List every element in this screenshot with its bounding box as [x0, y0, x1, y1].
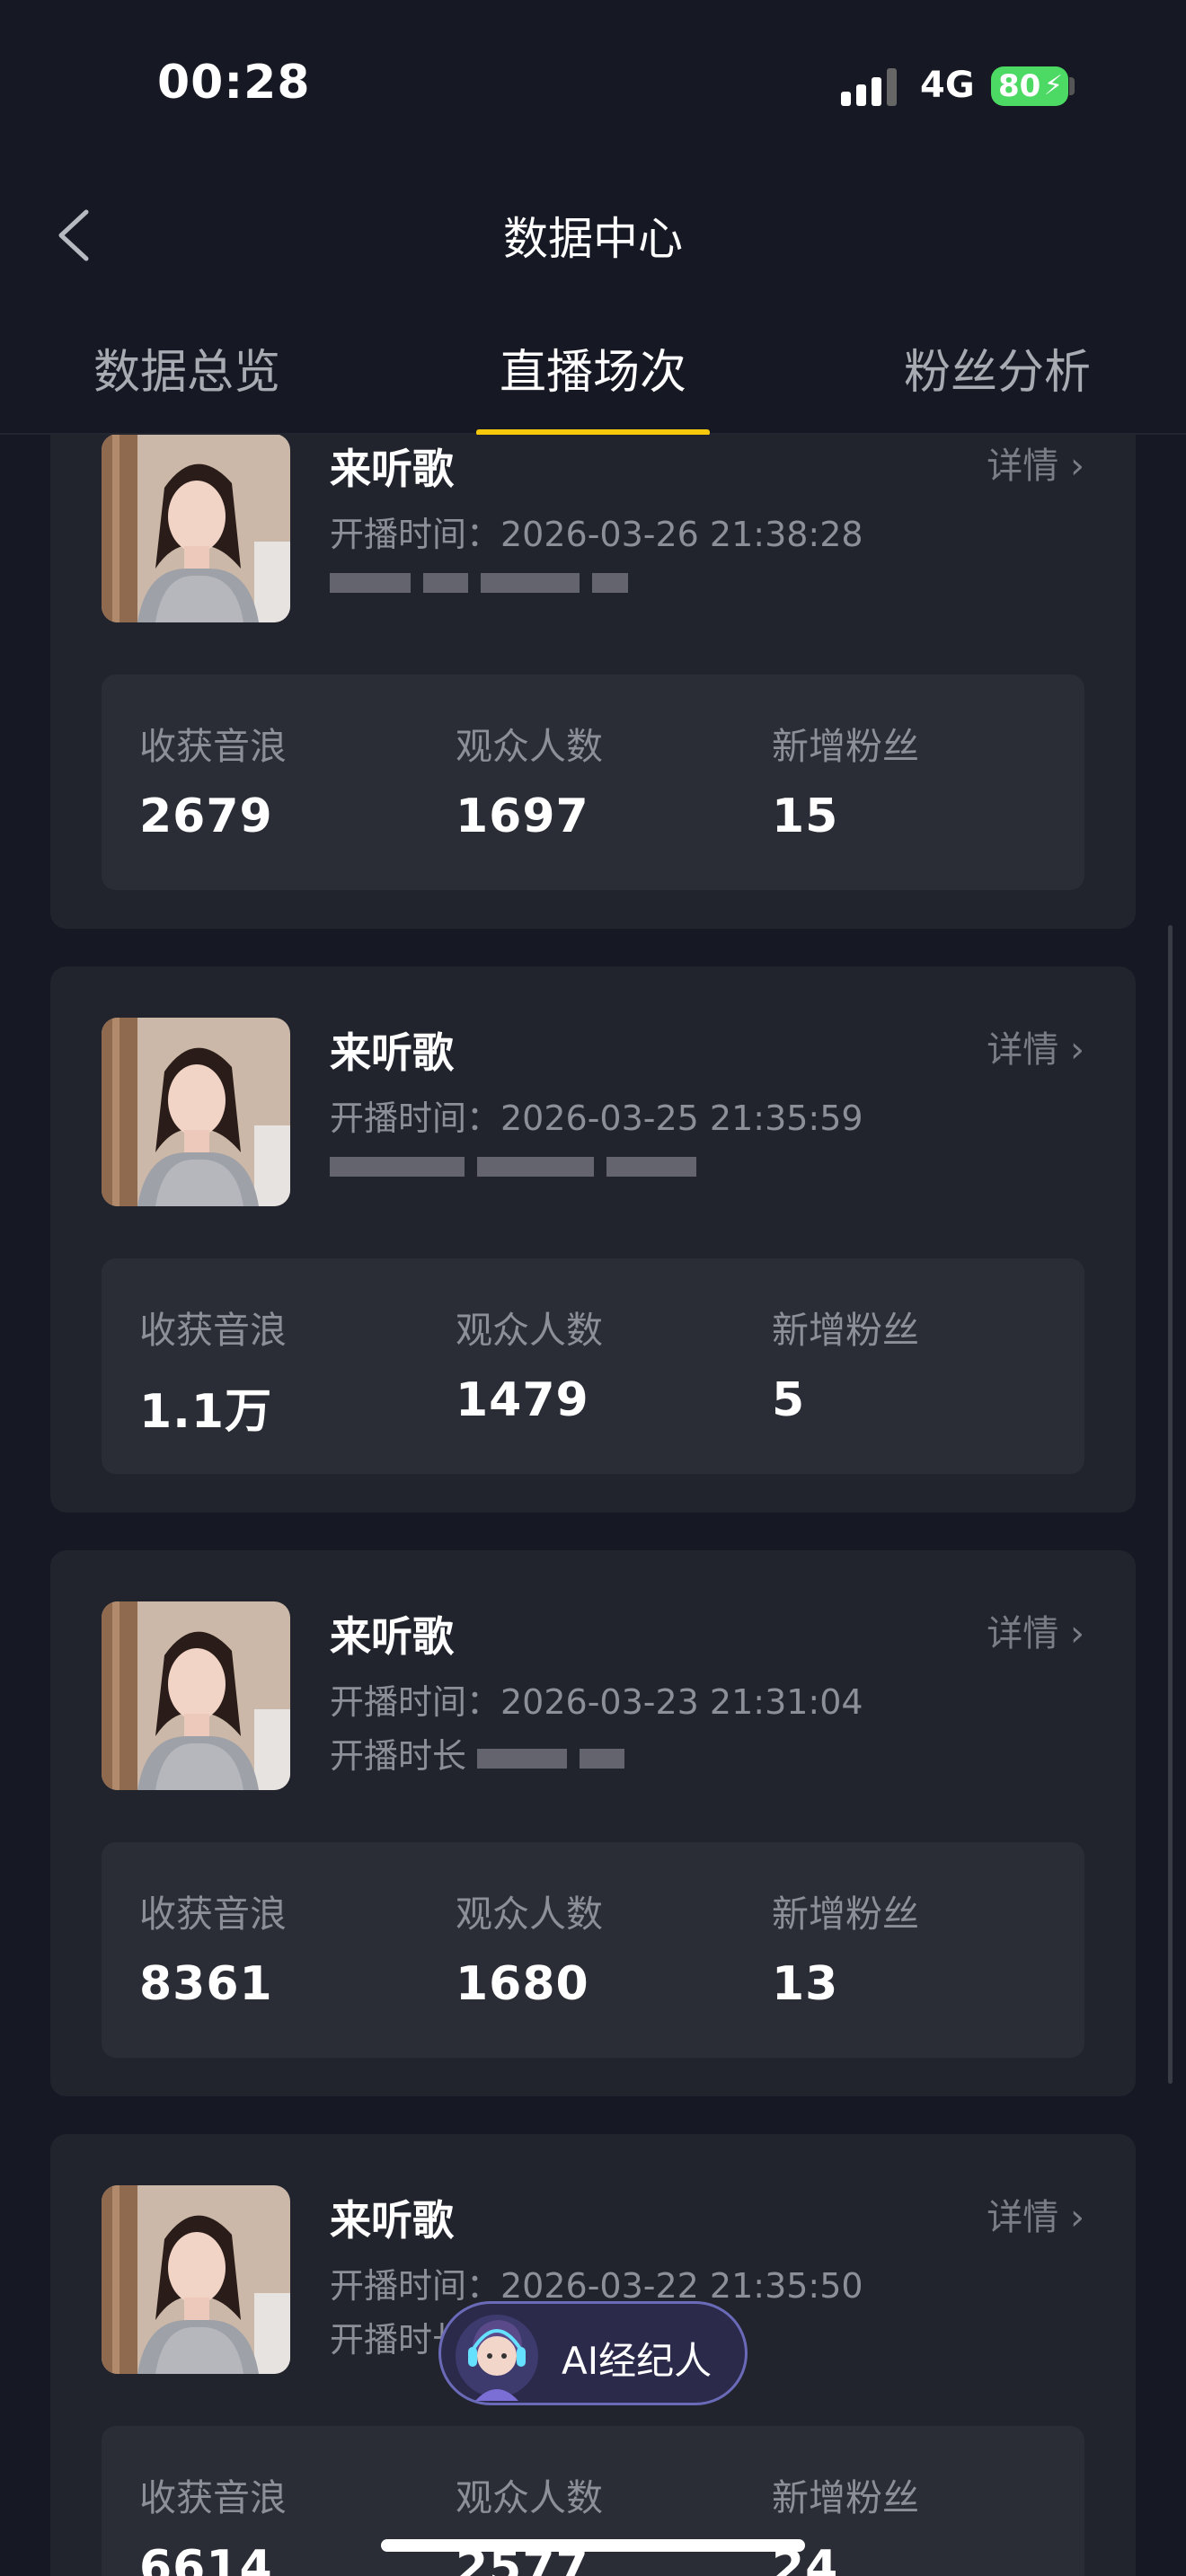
detail-link[interactable]: 详情 ›	[987, 437, 1084, 489]
duration-row	[330, 560, 641, 605]
stat-item: 收获音浪 1.1万	[139, 1300, 287, 1441]
stats-panel: 收获音浪 6614 观众人数 2577 新增粉丝 24	[102, 2426, 1084, 2576]
streamer-avatar	[102, 1601, 290, 1790]
session-card[interactable]: 来听歌 详情 › 开播时间：2026-03-26 21:38:28 收获音浪 2…	[50, 435, 1136, 929]
ai-agent-avatar-icon	[456, 2315, 538, 2401]
stat-item: 观众人数 1479	[456, 1300, 603, 1427]
tab-fan-analysis[interactable]: 粉丝分析	[904, 334, 1091, 401]
streamer-name: 来听歌	[330, 1612, 454, 1661]
redacted-text	[423, 572, 468, 593]
stat-value: 5	[772, 1373, 806, 1427]
stats-panel: 收获音浪 2679 观众人数 1697 新增粉丝 15	[102, 675, 1084, 890]
stat-item: 观众人数 1680	[456, 1883, 603, 2011]
stat-value: 13	[772, 1957, 839, 2011]
stat-value: 8361	[139, 1957, 273, 2011]
tab-overview[interactable]: 数据总览	[93, 334, 280, 401]
stat-value: 2679	[139, 790, 273, 843]
stat-label: 新增粉丝	[772, 2476, 919, 2519]
battery-icon: 80 ⚡	[991, 66, 1068, 106]
stat-value: 1680	[456, 1957, 589, 2011]
start-time: 开播时间：2026-03-26 21:38:28	[330, 515, 863, 554]
redacted-text	[481, 572, 580, 593]
redacted-text	[477, 1748, 568, 1769]
stats-panel: 收获音浪 8361 观众人数 1680 新增粉丝 13	[102, 1842, 1084, 2058]
stat-value: 1479	[456, 1373, 589, 1427]
redacted-text	[580, 1748, 625, 1769]
home-indicator[interactable]	[381, 2539, 805, 2552]
stat-label: 新增粉丝	[772, 725, 919, 768]
streamer-avatar	[102, 2185, 290, 2374]
page-title: 数据中心	[503, 213, 683, 265]
stat-label: 收获音浪	[139, 1892, 287, 1936]
streamer-avatar	[102, 1018, 290, 1206]
stat-label: 观众人数	[456, 1309, 603, 1352]
detail-label: 详情	[987, 1613, 1059, 1654]
detail-link[interactable]: 详情 ›	[987, 2188, 1084, 2240]
streamer-avatar	[102, 435, 290, 622]
stat-value: 1.1万	[139, 1385, 273, 1439]
session-card[interactable]: 来听歌 详情 › 开播时间：2026-03-23 21:31:04 开播时长 收…	[50, 1550, 1136, 2096]
stat-label: 观众人数	[456, 2476, 603, 2519]
start-time: 开播时间：2026-03-22 21:35:50	[330, 2266, 863, 2306]
redacted-text	[330, 572, 411, 593]
stat-item: 收获音浪 2679	[139, 716, 287, 843]
stat-label: 收获音浪	[139, 725, 287, 768]
chevron-right-icon: ›	[1070, 446, 1084, 487]
ai-agent-label: AI经纪人	[562, 2339, 712, 2383]
stat-value: 6614	[139, 2541, 273, 2576]
streamer-name: 来听歌	[330, 445, 454, 493]
tab-live-sessions[interactable]: 直播场次	[500, 334, 686, 401]
stat-label: 观众人数	[456, 1892, 603, 1936]
stat-label: 收获音浪	[139, 2476, 287, 2519]
scrollbar[interactable]	[1168, 925, 1173, 2084]
stat-item: 新增粉丝 24	[772, 2467, 919, 2576]
battery-level: 80	[998, 68, 1041, 104]
streamer-name: 来听歌	[330, 1028, 454, 1077]
chevron-right-icon: ›	[1070, 1029, 1084, 1071]
detail-label: 详情	[987, 2197, 1059, 2238]
start-time: 开播时间：2026-03-23 21:31:04	[330, 1682, 863, 1722]
stat-item: 观众人数 1697	[456, 716, 603, 843]
detail-label: 详情	[987, 1029, 1059, 1071]
stat-value: 15	[772, 790, 839, 843]
stat-label: 新增粉丝	[772, 1892, 919, 1936]
redacted-text	[477, 1156, 594, 1177]
stat-label: 观众人数	[456, 725, 603, 768]
stat-label: 收获音浪	[139, 1309, 287, 1352]
streamer-name: 来听歌	[330, 2196, 454, 2245]
redacted-text	[606, 1156, 696, 1177]
stat-label: 新增粉丝	[772, 1309, 919, 1352]
stat-value: 1697	[456, 790, 589, 843]
detail-link[interactable]: 详情 ›	[987, 1604, 1084, 1656]
chevron-right-icon: ›	[1070, 2197, 1084, 2238]
stat-item: 新增粉丝 5	[772, 1300, 919, 1427]
status-time: 00:28	[157, 56, 311, 110]
detail-label: 详情	[987, 446, 1059, 487]
duration-row	[330, 1144, 709, 1189]
ai-agent-button[interactable]: AI经纪人	[438, 2301, 748, 2405]
network-label: 4G	[920, 65, 975, 106]
duration-label: 开播时长	[330, 1736, 467, 1776]
signal-icon	[841, 66, 898, 106]
session-card[interactable]: 来听歌 详情 › 开播时间：2026-03-25 21:35:59 收获音浪 1…	[50, 966, 1136, 1513]
chevron-right-icon: ›	[1070, 1613, 1084, 1654]
stat-item: 新增粉丝 13	[772, 1883, 919, 2011]
redacted-text	[592, 572, 628, 593]
battery-cap	[1069, 77, 1075, 95]
stat-item: 收获音浪 6614	[139, 2467, 287, 2576]
stats-panel: 收获音浪 1.1万 观众人数 1479 新增粉丝 5	[102, 1258, 1084, 1474]
stat-item: 观众人数 2577	[456, 2467, 603, 2576]
redacted-text	[330, 1156, 465, 1177]
session-list[interactable]: 来听歌 详情 › 开播时间：2026-03-26 21:38:28 收获音浪 2…	[0, 435, 1186, 2576]
stat-item: 收获音浪 8361	[139, 1883, 287, 2011]
detail-link[interactable]: 详情 ›	[987, 1020, 1084, 1072]
stat-item: 新增粉丝 15	[772, 716, 919, 843]
start-time: 开播时间：2026-03-25 21:35:59	[330, 1098, 863, 1138]
duration-row: 开播时长	[330, 1728, 637, 1776]
